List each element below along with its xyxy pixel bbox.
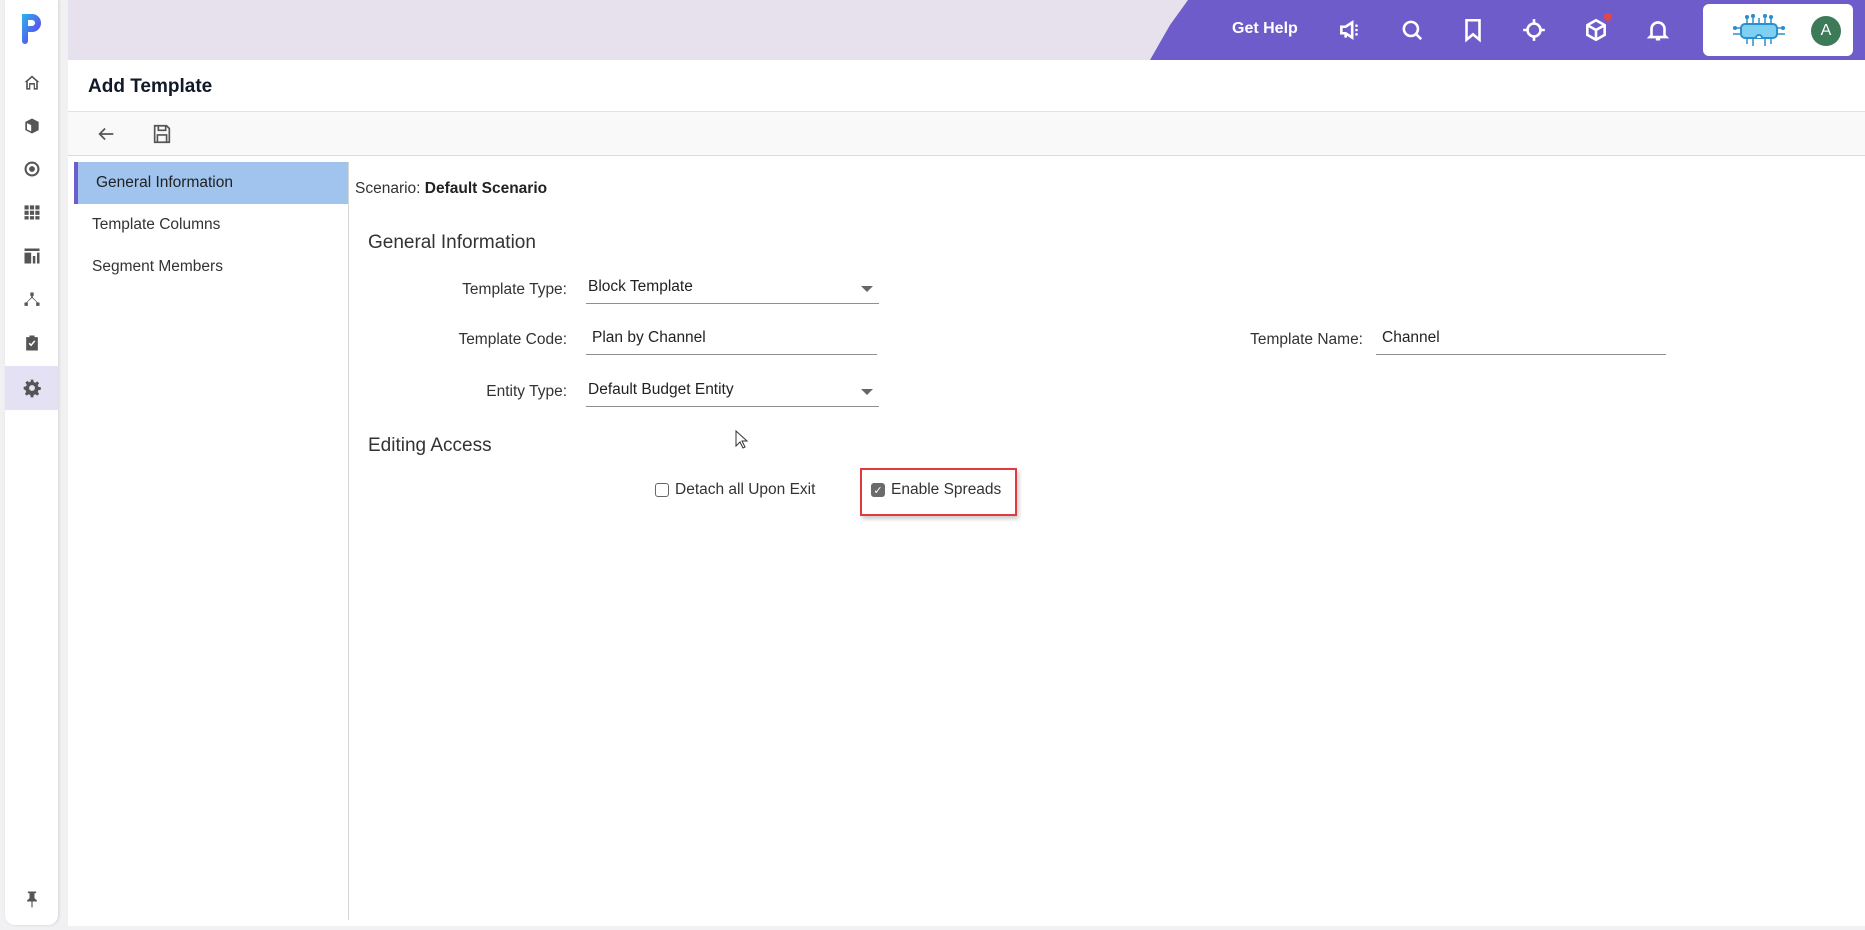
app-rail	[5, 0, 58, 925]
entity-type-value: Default Budget Entity	[588, 381, 734, 398]
template-code-input[interactable]: Plan by Channel	[586, 325, 877, 355]
crosshair-button[interactable]	[1521, 17, 1547, 43]
rail-item-tasks[interactable]	[5, 321, 58, 365]
template-name-input[interactable]: Channel	[1376, 325, 1666, 355]
page-title: Add Template	[88, 76, 213, 97]
search-icon	[1402, 20, 1423, 41]
scenario-line: Scenario: Default Scenario	[355, 180, 547, 198]
crosshair-icon	[1523, 19, 1545, 41]
packages-button[interactable]	[1583, 17, 1609, 43]
notifications-button[interactable]	[1645, 17, 1671, 43]
template-type-dropdown[interactable]: Block Template	[586, 274, 879, 304]
chevron-down-icon	[861, 389, 873, 395]
section-nav: General Information Template Columns Seg…	[74, 162, 349, 920]
section-title-general: General Information	[368, 232, 536, 253]
hierarchy-icon	[24, 292, 39, 306]
scenario-label: Scenario:	[355, 180, 421, 197]
main-panel: Add Template General Information Templat…	[68, 60, 1865, 926]
rail-item-home[interactable]	[5, 61, 58, 105]
nav-item-general-information[interactable]: General Information	[74, 162, 348, 204]
rail-item-reports[interactable]	[5, 234, 58, 278]
detach-all-checkbox[interactable]: Detach all Upon Exit	[655, 481, 815, 499]
scenario-value: Default Scenario	[424, 180, 548, 197]
mouse-cursor-icon	[735, 430, 749, 449]
detach-all-label: Detach all Upon Exit	[675, 481, 816, 498]
clipboard-check-icon	[25, 335, 38, 351]
bookmark-icon	[1465, 18, 1481, 43]
entity-type-label: Entity Type:	[486, 383, 567, 400]
bell-icon	[1646, 21, 1670, 41]
announcements-button[interactable]	[1337, 17, 1363, 43]
pin-icon	[26, 891, 37, 908]
grid-icon	[24, 205, 39, 220]
home-icon	[24, 75, 39, 90]
gear-icon	[23, 379, 41, 398]
target-circle-icon	[24, 161, 40, 177]
search-button[interactable]	[1399, 17, 1425, 43]
chevron-down-icon	[861, 286, 873, 292]
rail-item-hierarchy[interactable]	[5, 278, 58, 322]
notification-dot	[1604, 13, 1612, 21]
section-title-editing-access: Editing Access	[368, 435, 492, 456]
cube-icon	[24, 118, 39, 134]
brand-vr-chip-icon	[1732, 14, 1786, 46]
template-type-value: Block Template	[588, 278, 693, 295]
app-logo-icon[interactable]	[19, 10, 45, 44]
template-code-label: Template Code:	[458, 331, 567, 348]
report-chart-icon	[24, 248, 39, 264]
checkbox-unchecked-icon	[655, 483, 669, 497]
nav-item-template-columns[interactable]: Template Columns	[74, 204, 348, 246]
profile-area: A	[1703, 4, 1853, 56]
rail-item-settings[interactable]	[5, 366, 58, 410]
save-icon	[153, 124, 171, 143]
rail-item-grid[interactable]	[5, 190, 58, 234]
get-help-link[interactable]: Get Help	[1232, 20, 1298, 38]
toolbar	[68, 112, 1865, 156]
highlight-box	[860, 468, 1017, 516]
save-button[interactable]	[149, 121, 175, 147]
page-header: Add Template	[68, 60, 1865, 112]
rail-item-targets[interactable]	[5, 147, 58, 191]
template-type-label: Template Type:	[462, 281, 567, 298]
nav-item-segment-members[interactable]: Segment Members	[74, 246, 348, 288]
arrow-left-icon	[98, 127, 114, 140]
entity-type-dropdown[interactable]: Default Budget Entity	[586, 377, 879, 407]
cube-icon	[1586, 18, 1606, 42]
bookmark-button[interactable]	[1460, 17, 1486, 43]
form-content: Scenario: Default Scenario General Infor…	[355, 162, 1865, 926]
back-button[interactable]	[93, 121, 119, 147]
megaphone-icon	[1340, 19, 1358, 41]
rail-item-models[interactable]	[5, 104, 58, 148]
template-name-label: Template Name:	[1250, 331, 1363, 348]
avatar[interactable]: A	[1811, 16, 1841, 46]
pin-button[interactable]	[5, 877, 58, 921]
